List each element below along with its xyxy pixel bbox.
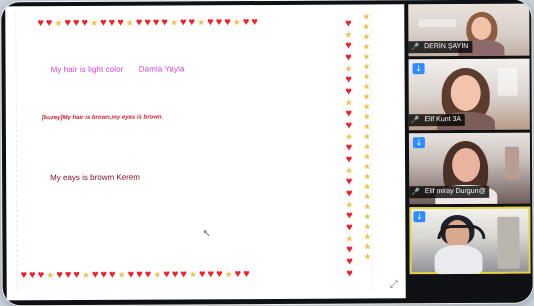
headphones-shape (437, 224, 486, 240)
expand-icon[interactable]: ⤢ (388, 279, 400, 291)
participant-name: Elif miray Durgun@ (424, 187, 486, 196)
meeting-window: ♥ ♥ ★ ♥ ♥ ♥ ★ ♥ ♥ ♥ ★ ♥ ♥ ♥ ♥ ★ ♥ ♥ ★ ♥ (1, 0, 533, 306)
participant-gallery: 🎤 DERİN ŞAYIN ↓ 🎤 Elif Kunt 3A ↓ 🎤 Elif … (408, 3, 531, 300)
participant-tile[interactable]: ↓ 🎤 Elif Kunt 3A (408, 58, 530, 131)
participant-name-tag: 🎤 Elif miray Durgun@ (409, 185, 490, 199)
participant-video (409, 207, 530, 275)
note-text: My eays is browm Kerem (50, 172, 140, 183)
note-author: Damla Yayla (138, 64, 185, 74)
participant-face (451, 147, 481, 183)
participant-name: Elif Kunt 3A (424, 115, 462, 124)
background-shelf (504, 146, 520, 180)
participant-tile[interactable]: ↓ 🎤 Elif miray Durgun@ (408, 132, 531, 205)
whiteboard-note-kuzey: [kuzey]My hair is brown,my eyes is brown… (42, 114, 184, 122)
participant-tile[interactable]: 🎤 DERİN ŞAYIN (408, 3, 530, 57)
mic-muted-icon: 🎤 (410, 43, 420, 52)
whiteboard-note-kerem: My eays is browm Kerem (50, 173, 140, 182)
shared-whiteboard[interactable]: ♥ ♥ ★ ♥ ♥ ♥ ★ ♥ ♥ ♥ ★ ♥ ♥ ♥ ♥ ★ ♥ ♥ ★ ♥ (5, 4, 406, 301)
background-shelf (497, 67, 518, 96)
note-text: [kuzey]My hair is brown,my eyes is brown… (41, 114, 164, 122)
background-shelf (418, 19, 457, 28)
participant-face (471, 16, 492, 40)
participant-shirt (434, 244, 483, 275)
mic-muted-icon: 🎤 (410, 116, 420, 125)
participant-name: DERİN ŞAYIN (424, 42, 469, 51)
participant-name-tag: 🎤 Elif Kunt 3A (408, 113, 466, 127)
active-speaker-tile[interactable]: ↓ (409, 206, 531, 275)
background-shelf (497, 216, 520, 269)
cursor-icon: ↖ (202, 228, 211, 240)
participant-face (450, 74, 481, 112)
screenshot-stage: ♥ ♥ ★ ♥ ♥ ♥ ★ ♥ ♥ ♥ ★ ♥ ♥ ♥ ♥ ★ ♥ ♥ ★ ♥ (0, 0, 534, 306)
note-text: My hair is light color (50, 64, 124, 75)
whiteboard-note-damla: My hair is light color Damla Yayla (51, 64, 185, 74)
participant-name-tag: 🎤 DERİN ŞAYIN (408, 40, 473, 54)
mic-muted-icon: 🎤 (411, 188, 420, 197)
whiteboard-canvas[interactable] (15, 12, 373, 293)
